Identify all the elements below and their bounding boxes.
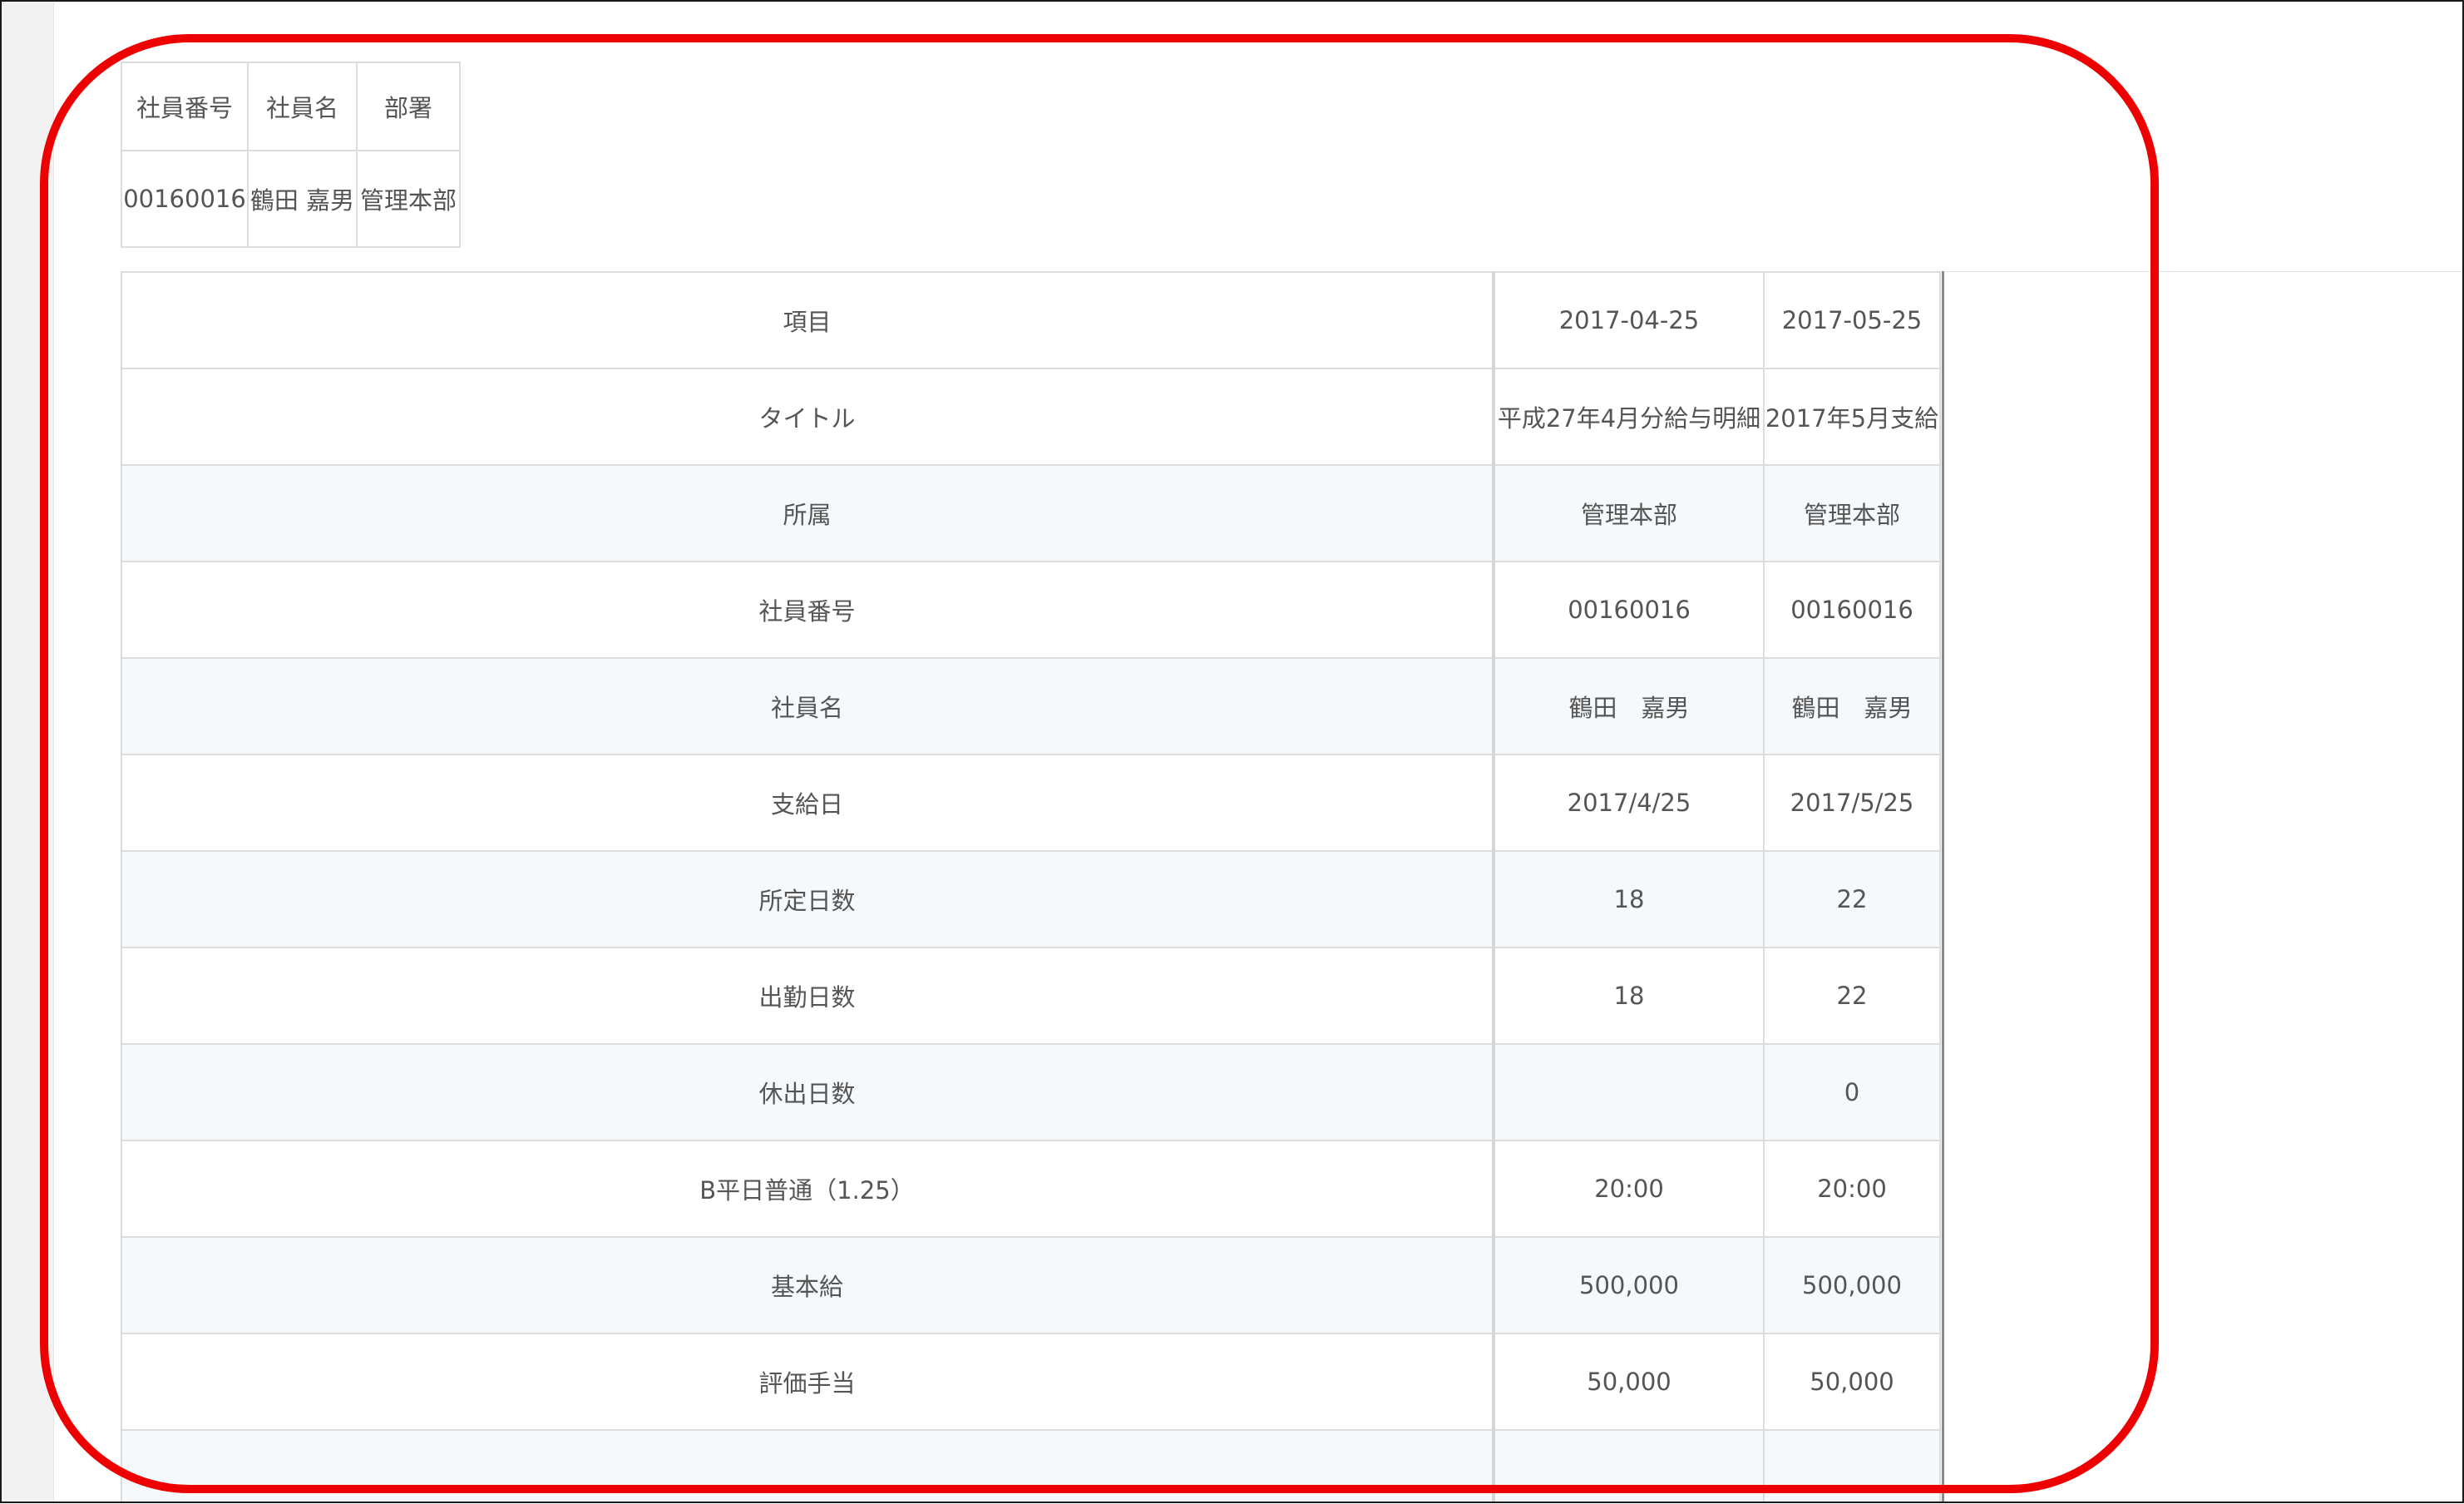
row-value: 22 bbox=[1763, 947, 1941, 1045]
row-label bbox=[121, 1429, 1495, 1502]
row-value: 500,000 bbox=[1763, 1236, 1941, 1334]
employee-name-header: 社員名 bbox=[247, 62, 358, 151]
row-value bbox=[1763, 1429, 1941, 1502]
row-value: 00160016 bbox=[1763, 561, 1941, 659]
payslip-comparison-scroll-area: 項目 2017-04-25 2017-05-25 タイトル 平成27年4月分給与… bbox=[121, 271, 1944, 1502]
row-label: 休出日数 bbox=[121, 1043, 1495, 1141]
row-value: 0 bbox=[1763, 1043, 1941, 1141]
period-column-header: 2017-05-25 bbox=[1763, 271, 1941, 369]
table-row: 所定日数 18 22 bbox=[121, 850, 1941, 948]
row-value: 50,000 bbox=[1493, 1333, 1765, 1431]
row-value: 18 bbox=[1493, 947, 1765, 1045]
row-value: 2017/4/25 bbox=[1493, 754, 1765, 852]
row-value: 管理本部 bbox=[1493, 464, 1765, 562]
table-row: B平日普通（1.25） 20:00 20:00 bbox=[121, 1140, 1941, 1238]
row-label: 社員名 bbox=[121, 657, 1495, 755]
row-label: 社員番号 bbox=[121, 561, 1495, 659]
row-value: 50,000 bbox=[1763, 1333, 1941, 1431]
table-row: 基本給 500,000 500,000 bbox=[121, 1236, 1941, 1334]
left-sidebar-strip bbox=[2, 2, 54, 1502]
row-value: 管理本部 bbox=[1763, 464, 1941, 562]
table-row: 所属 管理本部 管理本部 bbox=[121, 464, 1941, 562]
department-header: 部署 bbox=[356, 62, 461, 151]
row-value bbox=[1493, 1429, 1765, 1502]
row-value bbox=[1493, 1043, 1765, 1141]
table-row: 支給日 2017/4/25 2017/5/25 bbox=[121, 754, 1941, 852]
row-label: B平日普通（1.25） bbox=[121, 1140, 1495, 1238]
row-label: 所定日数 bbox=[121, 850, 1495, 948]
row-value: 2017年5月支給 bbox=[1763, 368, 1941, 466]
payslip-comparison-table: 項目 2017-04-25 2017-05-25 タイトル 平成27年4月分給与… bbox=[121, 271, 1941, 1502]
screenshot-frame: 社員番号 社員名 部署 00160016 鶴田 嘉男 管理本部 項目 2017-… bbox=[0, 0, 2464, 1503]
employee-summary-header-row: 社員番号 社員名 部署 bbox=[121, 62, 461, 151]
row-value: 20:00 bbox=[1763, 1140, 1941, 1238]
row-label: 支給日 bbox=[121, 754, 1495, 852]
department-value: 管理本部 bbox=[356, 150, 461, 248]
table-row: 社員番号 00160016 00160016 bbox=[121, 561, 1941, 659]
table-row: 評価手当 50,000 50,000 bbox=[121, 1333, 1941, 1431]
row-value: 500,000 bbox=[1493, 1236, 1765, 1334]
row-value: 20:00 bbox=[1493, 1140, 1765, 1238]
row-label: 所属 bbox=[121, 464, 1495, 562]
table-header-row: 項目 2017-04-25 2017-05-25 bbox=[121, 271, 1941, 369]
row-label: 評価手当 bbox=[121, 1333, 1495, 1431]
row-value: 18 bbox=[1493, 850, 1765, 948]
table-row: 社員名 鶴田 嘉男 鶴田 嘉男 bbox=[121, 657, 1941, 755]
employee-summary-table: 社員番号 社員名 部署 00160016 鶴田 嘉男 管理本部 bbox=[121, 62, 461, 248]
table-row: 休出日数 0 bbox=[121, 1043, 1941, 1141]
table-row: 出勤日数 18 22 bbox=[121, 947, 1941, 1045]
employee-name-value: 鶴田 嘉男 bbox=[247, 150, 358, 248]
row-value: 22 bbox=[1763, 850, 1941, 948]
table-row: タイトル 平成27年4月分給与明細 2017年5月支給 bbox=[121, 368, 1941, 466]
row-value: 平成27年4月分給与明細 bbox=[1493, 368, 1765, 466]
table-row-cut-off bbox=[121, 1429, 1941, 1502]
period-column-header: 2017-04-25 bbox=[1493, 271, 1765, 369]
row-value: 00160016 bbox=[1493, 561, 1765, 659]
row-value: 2017/5/25 bbox=[1763, 754, 1941, 852]
item-column-header: 項目 bbox=[121, 271, 1495, 369]
employee-number-value: 00160016 bbox=[121, 150, 249, 248]
row-value: 鶴田 嘉男 bbox=[1763, 657, 1941, 755]
row-label: タイトル bbox=[121, 368, 1495, 466]
row-value: 鶴田 嘉男 bbox=[1493, 657, 1765, 755]
row-label: 基本給 bbox=[121, 1236, 1495, 1334]
employee-number-header: 社員番号 bbox=[121, 62, 249, 151]
row-label: 出勤日数 bbox=[121, 947, 1495, 1045]
employee-summary-value-row: 00160016 鶴田 嘉男 管理本部 bbox=[121, 150, 461, 248]
